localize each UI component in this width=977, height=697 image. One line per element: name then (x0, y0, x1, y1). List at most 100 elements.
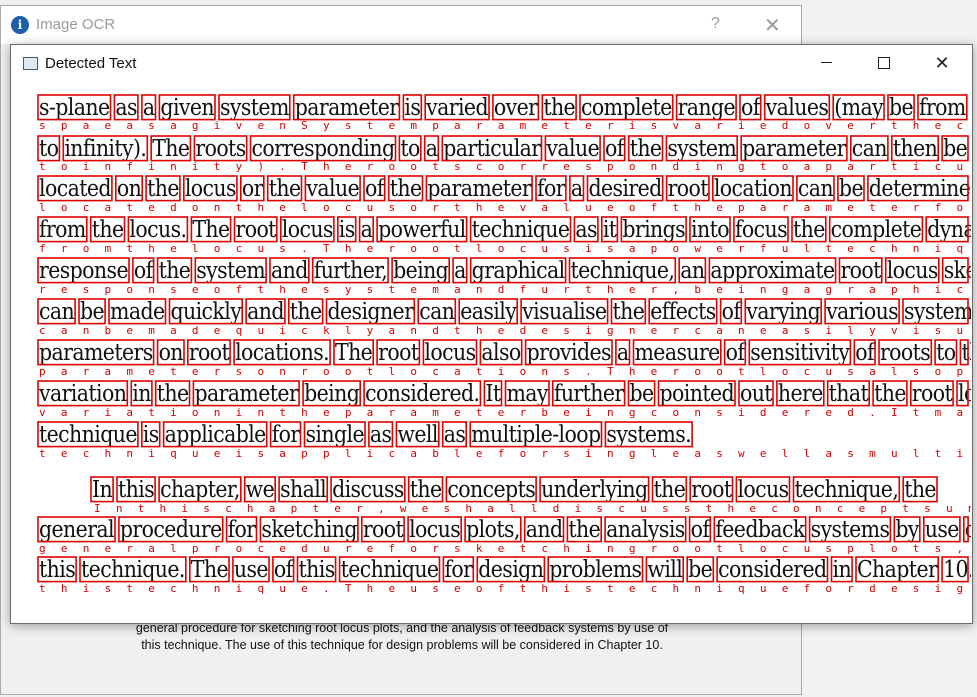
word-detection-box (541, 94, 577, 121)
word-detection-box (108, 298, 167, 325)
word-detection-box (884, 257, 940, 284)
word-detection-box (363, 380, 482, 407)
word-detection-box (442, 556, 475, 583)
word-detection-box (524, 339, 613, 366)
word-detection-box (837, 175, 865, 202)
word-detection-box (150, 135, 192, 162)
word-detection-box (37, 556, 77, 583)
window-title-bar[interactable]: Detected Text ✕ (11, 45, 972, 81)
word-detection-box (469, 257, 567, 284)
word-detection-box (368, 421, 394, 448)
word-detection-box (887, 94, 915, 121)
word-detection-box (739, 94, 762, 121)
word-detection-box (358, 216, 375, 243)
word-detection-box (233, 216, 278, 243)
maximize-button[interactable] (861, 45, 907, 81)
word-detection-box (603, 135, 626, 162)
ocr-result-image: s-plane as a given system parameter is v… (12, 81, 971, 623)
word-detection-box (422, 339, 478, 366)
help-button[interactable]: ? (711, 15, 720, 33)
word-detection-box (249, 135, 397, 162)
word-detection-box (423, 135, 440, 162)
word-detection-box (445, 476, 537, 503)
word-detection-box (539, 476, 650, 503)
word-detection-box (830, 556, 853, 583)
word-detection-box (604, 421, 693, 448)
word-detection-box (922, 516, 961, 543)
word-detection-box (909, 380, 954, 407)
word-detection-box (287, 298, 324, 325)
word-detection-box (708, 257, 837, 284)
word-detection-box (303, 421, 366, 448)
word-detection-box (632, 339, 722, 366)
word-detection-box (716, 556, 829, 583)
word-detection-box (330, 476, 406, 503)
word-detection-box (744, 298, 822, 325)
word-detection-box (941, 556, 969, 583)
word-detection-box (902, 476, 938, 503)
word-detection-box (688, 516, 712, 543)
word-detection-box (292, 94, 401, 121)
window-icon (23, 57, 38, 70)
word-detection-box (132, 257, 155, 284)
detection-boxes-overlay (37, 94, 969, 583)
word-detection-box (441, 135, 543, 162)
word-detection-box (763, 94, 831, 121)
word-detection-box (194, 257, 267, 284)
word-detection-box (336, 216, 357, 243)
word-detection-box (376, 339, 421, 366)
word-detection-box (738, 380, 774, 407)
word-detection-box (113, 94, 139, 121)
word-detection-box (156, 339, 185, 366)
word-detection-box (568, 257, 677, 284)
word-detection-box (269, 257, 310, 284)
word-detection-box (272, 556, 295, 583)
word-detection-box (853, 339, 876, 366)
word-detection-box (333, 339, 375, 366)
word-detection-box (523, 516, 565, 543)
word-detection-box (651, 476, 688, 503)
word-detection-box (740, 135, 848, 162)
word-detection-box (665, 175, 710, 202)
word-detection-box (259, 516, 359, 543)
word-detection-box (424, 94, 490, 121)
word-detection-box (723, 339, 747, 366)
word-detection-box (867, 175, 969, 202)
dialog-text-line: this technique. The use of this techniqu… (141, 638, 663, 652)
word-detection-box (118, 516, 224, 543)
word-detection-box (535, 175, 567, 202)
word-detection-box (711, 175, 794, 202)
word-detection-box (115, 175, 144, 202)
dialog-close-button[interactable]: ✕ (764, 13, 781, 38)
word-detection-box (325, 298, 416, 325)
word-detection-box (610, 298, 647, 325)
word-detection-box (193, 135, 248, 162)
word-detection-box (902, 298, 969, 325)
word-detection-box (469, 216, 572, 243)
word-detection-box (573, 216, 599, 243)
word-detection-box (504, 380, 550, 407)
word-detection-box (962, 516, 969, 543)
word-detection-box (792, 476, 901, 503)
word-detection-box (492, 94, 540, 121)
word-detection-box (79, 556, 187, 583)
word-detection-box (158, 476, 242, 503)
word-detection-box (233, 339, 331, 366)
word-detection-box (183, 175, 238, 202)
word-detection-box (37, 380, 129, 407)
word-detection-box (464, 516, 522, 543)
word-detection-box (218, 94, 291, 121)
word-detection-box (483, 380, 503, 407)
minimize-button[interactable] (803, 45, 849, 81)
close-button[interactable]: ✕ (919, 45, 965, 81)
word-detection-box (600, 216, 619, 243)
word-detection-box (544, 135, 601, 162)
word-detection-box (240, 175, 265, 202)
word-detection-box (37, 298, 76, 325)
word-detection-box (37, 421, 139, 448)
word-detection-box (37, 257, 130, 284)
word-detection-box (941, 257, 969, 284)
word-detection-box (735, 476, 791, 503)
word-detection-box (689, 476, 734, 503)
word-detection-box (245, 298, 286, 325)
